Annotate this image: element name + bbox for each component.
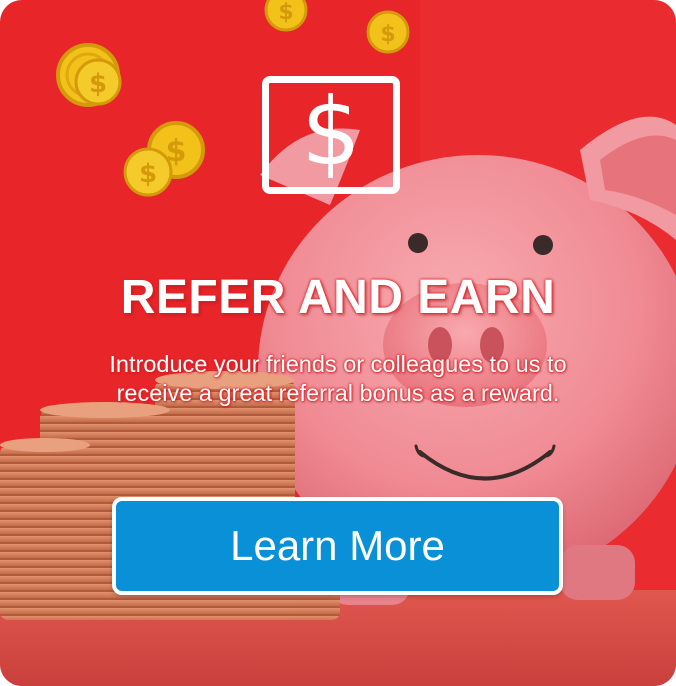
dollar-glyph: $: [301, 78, 361, 187]
learn-more-button[interactable]: Learn More: [112, 497, 563, 595]
svg-text:$: $: [380, 22, 395, 47]
svg-text:$: $: [89, 69, 107, 99]
dollar-sign-icon: $: [262, 76, 400, 194]
referral-promo-card: $ $ $ $ $ $ $ RE: [0, 0, 676, 686]
promo-title: REFER AND EARN: [120, 271, 556, 324]
promo-description: Introduce your friends or colleagues to …: [109, 351, 567, 406]
svg-text:$: $: [278, 0, 293, 25]
svg-text:$: $: [139, 159, 157, 189]
